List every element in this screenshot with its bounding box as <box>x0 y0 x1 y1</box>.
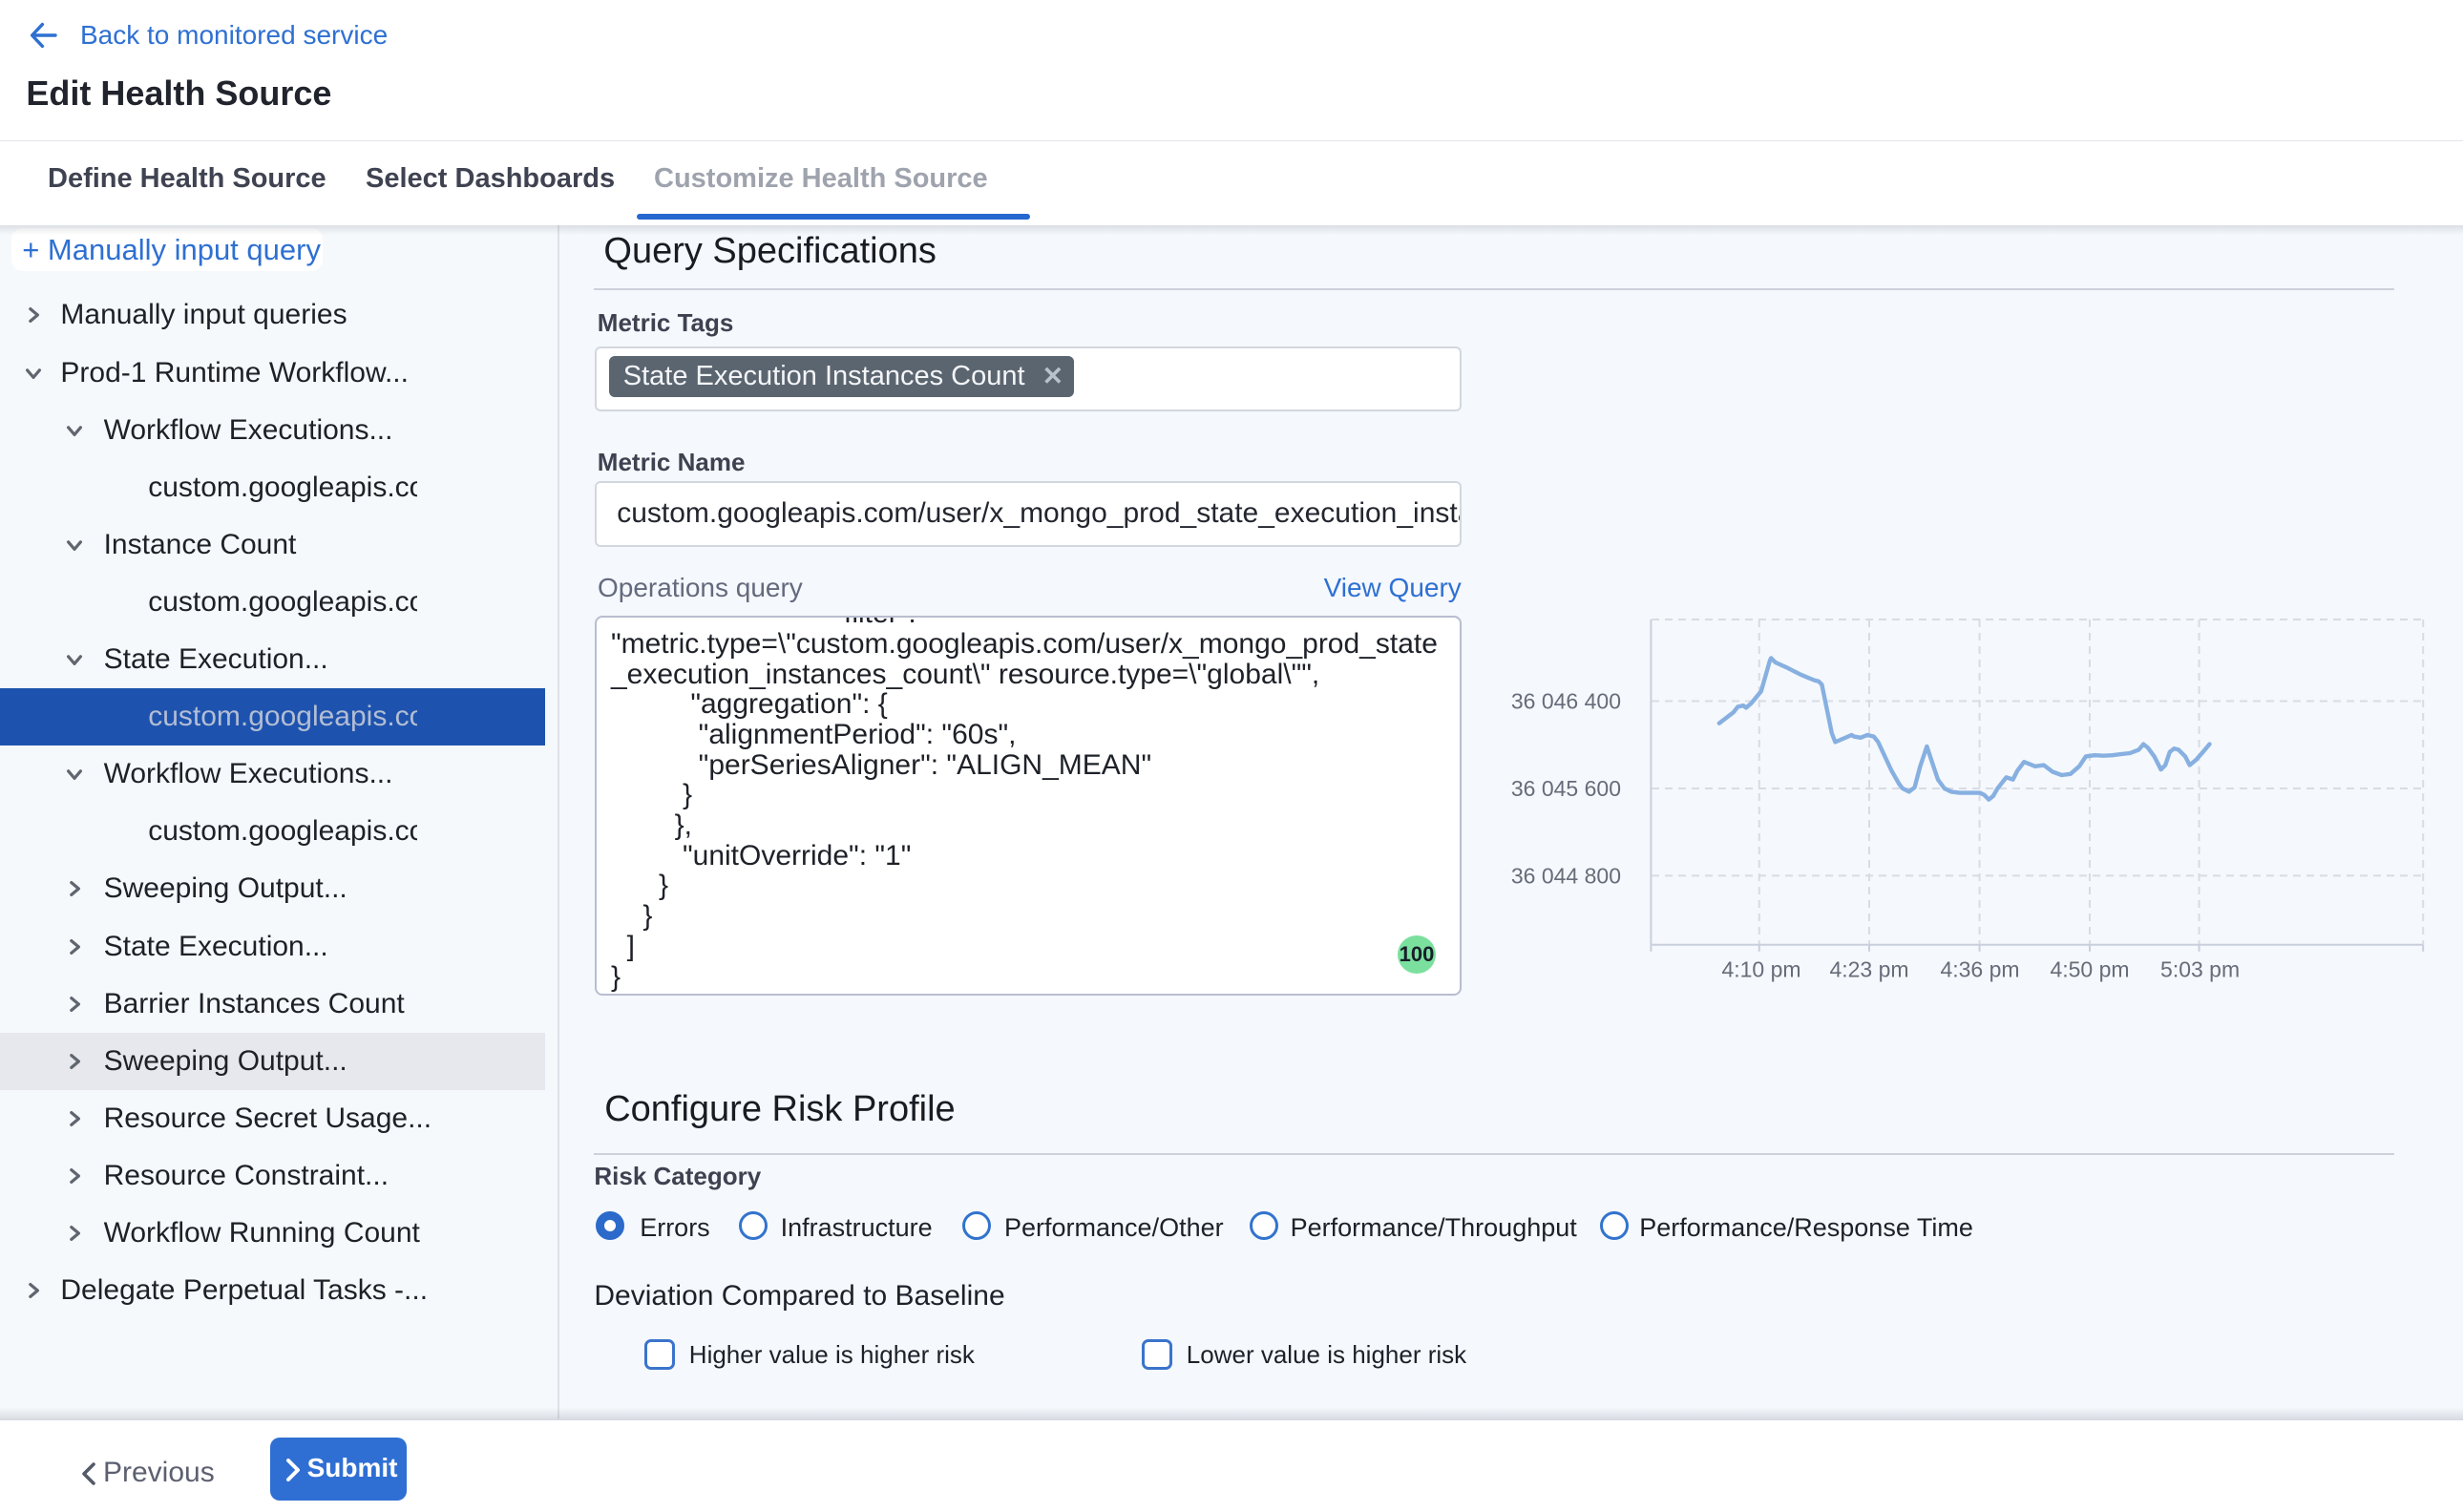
svg-text:4:10 pm: 4:10 pm <box>1721 957 1800 982</box>
svg-text:5:03 pm: 5:03 pm <box>2160 957 2240 982</box>
svg-text:36 046 400: 36 046 400 <box>1511 689 1621 714</box>
svg-text:4:23 pm: 4:23 pm <box>1829 957 1908 982</box>
svg-text:36 045 600: 36 045 600 <box>1511 776 1621 801</box>
svg-text:4:36 pm: 4:36 pm <box>1940 957 2019 982</box>
svg-text:4:50 pm: 4:50 pm <box>2050 957 2129 982</box>
svg-text:36 044 800: 36 044 800 <box>1511 863 1621 888</box>
